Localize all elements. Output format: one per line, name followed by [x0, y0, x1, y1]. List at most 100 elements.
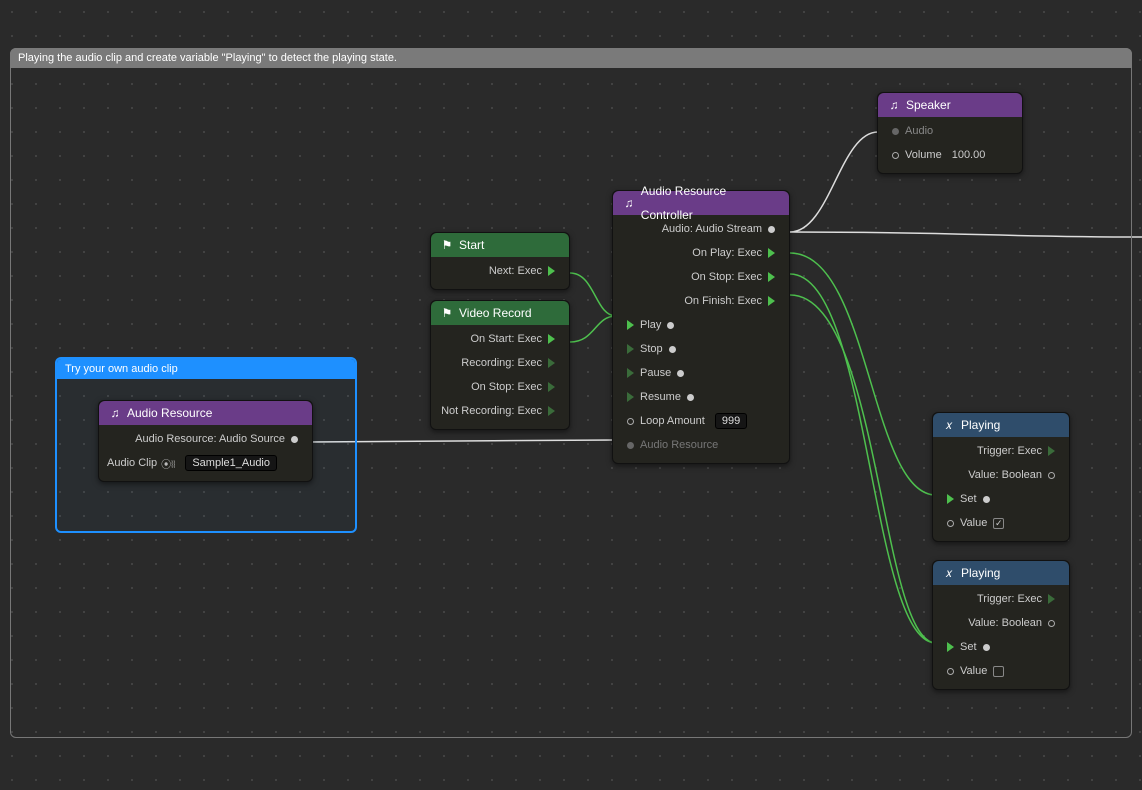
exec-port[interactable] [1048, 446, 1055, 456]
exec-port[interactable] [768, 296, 775, 306]
label: Value: Boolean [968, 617, 1042, 629]
node-header[interactable]: ⚑ Video Record [431, 301, 569, 325]
exec-port[interactable] [548, 406, 555, 416]
exec-port[interactable] [768, 248, 775, 258]
on-finish-row[interactable]: On Finish: Exec [621, 291, 781, 311]
output-label: Next: Exec [489, 265, 542, 277]
trigger-out-row[interactable]: Trigger: Exec [941, 441, 1061, 461]
set-in-row[interactable]: Set [941, 489, 1061, 509]
audio-clip-row[interactable]: Audio Clip ⦿⦚⦚ Sample1_Audio [107, 453, 304, 473]
exec-port[interactable] [768, 272, 775, 282]
port-dot[interactable] [983, 496, 990, 503]
exec-port[interactable] [548, 358, 555, 368]
port-dot[interactable] [627, 442, 634, 449]
loop-amount-row[interactable]: Loop Amount 999 [621, 411, 781, 431]
node-header[interactable]: ♫ Audio Resource Controller [613, 191, 789, 215]
port-dot[interactable] [669, 346, 676, 353]
set-in-row[interactable]: Set [941, 637, 1061, 657]
node-start[interactable]: ⚑ Start Next: Exec [430, 232, 570, 290]
input-port[interactable] [627, 418, 634, 425]
value-checkbox[interactable]: ✓ [993, 518, 1004, 529]
node-header[interactable]: ♫ Speaker [878, 93, 1022, 117]
port-dot[interactable] [768, 226, 775, 233]
highlight-title: Try your own audio clip [57, 359, 355, 379]
variable-icon: 𝑥 [943, 413, 955, 437]
volume-value[interactable]: 100.00 [952, 149, 986, 161]
label: On Start: Exec [470, 333, 542, 345]
input-port[interactable] [892, 152, 899, 159]
label: Resume [640, 391, 681, 403]
port-dot[interactable] [291, 436, 298, 443]
node-title: Speaker [906, 93, 951, 117]
exec-port[interactable] [1048, 594, 1055, 604]
node-header[interactable]: 𝑥 Playing [933, 413, 1069, 437]
value-out-row[interactable]: Value: Boolean [941, 613, 1061, 633]
input-port[interactable] [947, 520, 954, 527]
exec-port[interactable] [548, 382, 555, 392]
audio-out-row[interactable]: Audio: Audio Stream [621, 219, 781, 239]
node-header[interactable]: ♫ Audio Resource [99, 401, 312, 425]
input-port[interactable] [947, 668, 954, 675]
recording-row[interactable]: Recording: Exec [439, 353, 561, 373]
exec-port[interactable] [947, 642, 954, 652]
clip-value[interactable]: Sample1_Audio [185, 455, 277, 471]
waveform-icon: ⦿⦚⦚ [161, 456, 175, 471]
not-recording-row[interactable]: Not Recording: Exec [439, 401, 561, 421]
on-play-row[interactable]: On Play: Exec [621, 243, 781, 263]
node-header[interactable]: ⚑ Start [431, 233, 569, 257]
exec-port[interactable] [627, 320, 634, 330]
volume-row[interactable]: Volume 100.00 [886, 145, 1014, 165]
exec-port[interactable] [627, 344, 634, 354]
on-stop-row[interactable]: On Stop: Exec [439, 377, 561, 397]
node-audio-controller[interactable]: ♫ Audio Resource Controller Audio: Audio… [612, 190, 790, 464]
on-stop-row[interactable]: On Stop: Exec [621, 267, 781, 287]
resource-in-row[interactable]: Audio Resource [621, 435, 781, 455]
exec-port[interactable] [627, 368, 634, 378]
output-port[interactable] [1048, 472, 1055, 479]
stop-row[interactable]: Stop [621, 339, 781, 359]
label: Audio: Audio Stream [662, 223, 762, 235]
on-start-row[interactable]: On Start: Exec [439, 329, 561, 349]
port-dot[interactable] [687, 394, 694, 401]
exec-out-row[interactable]: Next: Exec [439, 261, 561, 281]
exec-port[interactable] [548, 334, 555, 344]
label: Loop Amount [640, 415, 705, 427]
port-dot[interactable] [667, 322, 674, 329]
node-header[interactable]: 𝑥 Playing [933, 561, 1069, 585]
exec-port[interactable] [548, 266, 555, 276]
label: Value [960, 665, 987, 677]
value-checkbox[interactable] [993, 666, 1004, 677]
node-playing-true[interactable]: 𝑥 Playing Trigger: Exec Value: Boolean S… [932, 412, 1070, 542]
label: On Stop: Exec [691, 271, 762, 283]
music-icon: ♫ [623, 191, 635, 215]
port-dot[interactable] [677, 370, 684, 377]
label: Set [960, 641, 977, 653]
play-row[interactable]: Play [621, 315, 781, 335]
output-port[interactable] [1048, 620, 1055, 627]
node-video-record[interactable]: ⚑ Video Record On Start: Exec Recording:… [430, 300, 570, 430]
output-label: Audio Resource: Audio Source [135, 433, 285, 445]
value-out-row[interactable]: Value: Boolean [941, 465, 1061, 485]
value-in-row[interactable]: Value [941, 661, 1061, 681]
node-audio-resource[interactable]: ♫ Audio Resource Audio Resource: Audio S… [98, 400, 313, 482]
node-playing-false[interactable]: 𝑥 Playing Trigger: Exec Value: Boolean S… [932, 560, 1070, 690]
trigger-out-row[interactable]: Trigger: Exec [941, 589, 1061, 609]
label: Play [640, 319, 661, 331]
exec-port[interactable] [947, 494, 954, 504]
output-row[interactable]: Audio Resource: Audio Source [107, 429, 304, 449]
node-title: Video Record [459, 301, 532, 325]
flag-icon: ⚑ [441, 301, 453, 325]
port-dot[interactable] [983, 644, 990, 651]
pause-row[interactable]: Pause [621, 363, 781, 383]
exec-port[interactable] [627, 392, 634, 402]
node-speaker[interactable]: ♫ Speaker Audio Volume 100.00 [877, 92, 1023, 174]
loop-value[interactable]: 999 [715, 413, 747, 429]
label: Trigger: Exec [977, 593, 1042, 605]
resume-row[interactable]: Resume [621, 387, 781, 407]
audio-in-row[interactable]: Audio [886, 121, 1014, 141]
label: Set [960, 493, 977, 505]
port-dot[interactable] [892, 128, 899, 135]
label: Recording: Exec [461, 357, 542, 369]
value-in-row[interactable]: Value ✓ [941, 513, 1061, 533]
label: Pause [640, 367, 671, 379]
